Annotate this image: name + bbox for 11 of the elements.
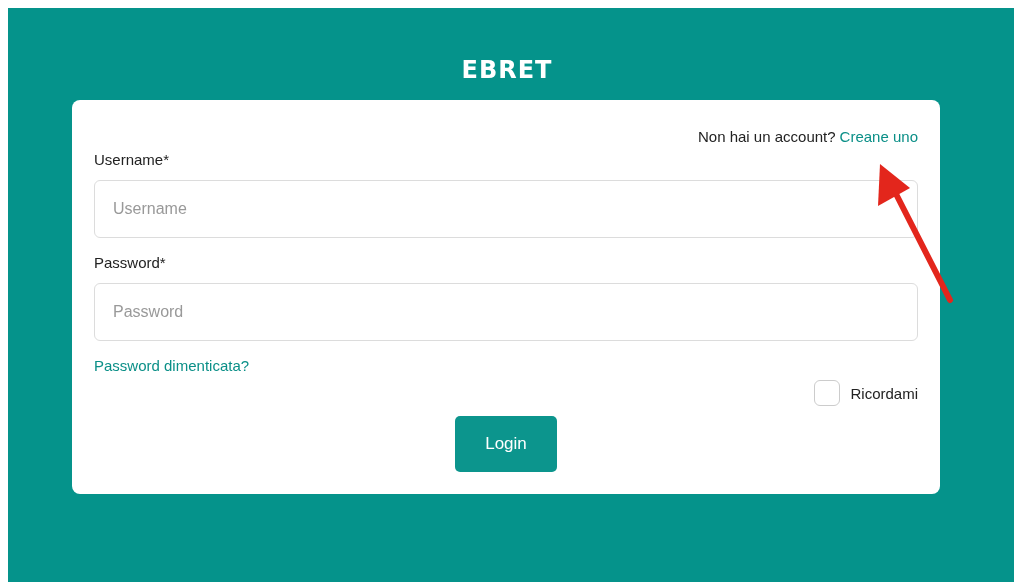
input-field[interactable]: Password: [94, 283, 918, 341]
signup-link[interactable]: Creane uno: [839, 128, 918, 145]
remember-checkbox[interactable]: [814, 380, 841, 406]
remember-label: Ricordami: [850, 384, 918, 402]
input-field[interactable]: Username: [94, 180, 918, 238]
field-label: Username*: [94, 151, 171, 168]
login-button[interactable]: Login: [455, 416, 557, 472]
signup-prompt: Non hai un account?: [698, 128, 836, 145]
logo: EBRET: [460, 56, 554, 86]
field-label: Password*: [94, 254, 167, 271]
forgot-password-link[interactable]: Password dimenticata?: [94, 357, 250, 374]
